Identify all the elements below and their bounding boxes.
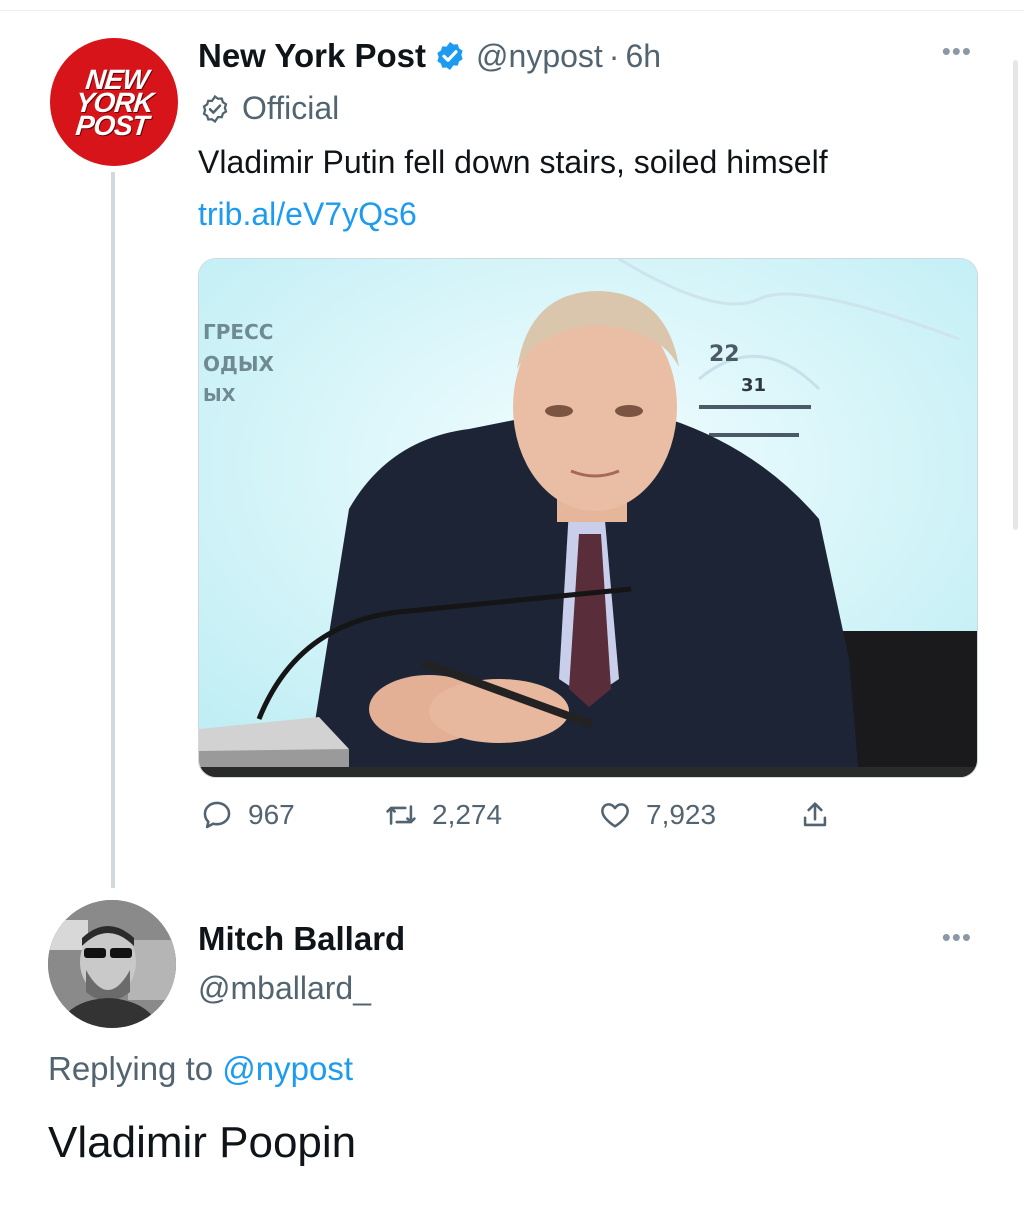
- thread-connector-line: [111, 172, 115, 888]
- nypost-logo: NEW YORK POST: [73, 63, 155, 141]
- heart-icon: [601, 803, 629, 828]
- reply-icon: [203, 801, 231, 829]
- verified-badge-icon: [437, 42, 463, 70]
- reply-text: Vladimir Poopin: [48, 1118, 357, 1167]
- replying-to-mention[interactable]: @nypost: [222, 1050, 353, 1087]
- nypost-avatar[interactable]: NEW YORK POST: [50, 38, 178, 166]
- separator-dot: ·: [608, 37, 620, 74]
- top-divider: [0, 10, 1024, 11]
- more-icon[interactable]: •••: [942, 36, 972, 67]
- tweet-actions: 967 2,274 7,923: [200, 798, 860, 838]
- reply-count: 967: [248, 799, 295, 830]
- avatar-photo: [48, 900, 176, 1028]
- tweet-time[interactable]: 6h: [625, 38, 661, 75]
- tweet-photo[interactable]: ГРЕСС ОДЫХ ЫХ 22 31: [198, 258, 978, 778]
- official-badge-icon: [202, 94, 228, 123]
- like-count: 7,923: [646, 799, 717, 830]
- official-text: Official: [242, 90, 340, 126]
- tweet-link[interactable]: trib.al/eV7yQs6: [198, 196, 417, 233]
- backdrop-number-2: 31: [741, 375, 766, 396]
- mballard-avatar[interactable]: [48, 900, 176, 1028]
- backdrop-number-1: 22: [709, 342, 740, 367]
- backdrop-text-3: ЫХ: [203, 385, 236, 406]
- tweet-header: New York Post @nypost · 6h: [198, 36, 661, 76]
- replying-to-line: Replying to @nypost: [48, 1050, 353, 1088]
- tweet-text: Vladimir Putin fell down stairs, soiled …: [198, 144, 828, 180]
- retweet-action[interactable]: 2,274: [384, 798, 502, 832]
- replying-prefix: Replying to: [48, 1050, 214, 1087]
- photo-illustration: ГРЕСС ОДЫХ ЫХ 22 31: [199, 259, 977, 777]
- scrollbar[interactable]: [1013, 60, 1018, 530]
- author-handle[interactable]: @nypost: [476, 38, 603, 75]
- backdrop-text-2: ОДЫХ: [203, 352, 275, 376]
- retweet-icon: [386, 805, 416, 825]
- reply-author-handle[interactable]: @mballard_: [198, 970, 371, 1007]
- official-label: Official: [200, 90, 339, 127]
- retweet-count: 2,274: [432, 799, 503, 830]
- reply-author-name[interactable]: Mitch Ballard: [198, 920, 405, 958]
- reply-action[interactable]: 967: [200, 798, 295, 832]
- share-icon: [803, 802, 827, 827]
- backdrop-text-1: ГРЕСС: [203, 320, 273, 344]
- more-icon[interactable]: •••: [942, 922, 972, 953]
- like-action[interactable]: 7,923: [598, 798, 716, 832]
- share-action[interactable]: [798, 798, 846, 832]
- author-name[interactable]: New York Post: [198, 37, 426, 75]
